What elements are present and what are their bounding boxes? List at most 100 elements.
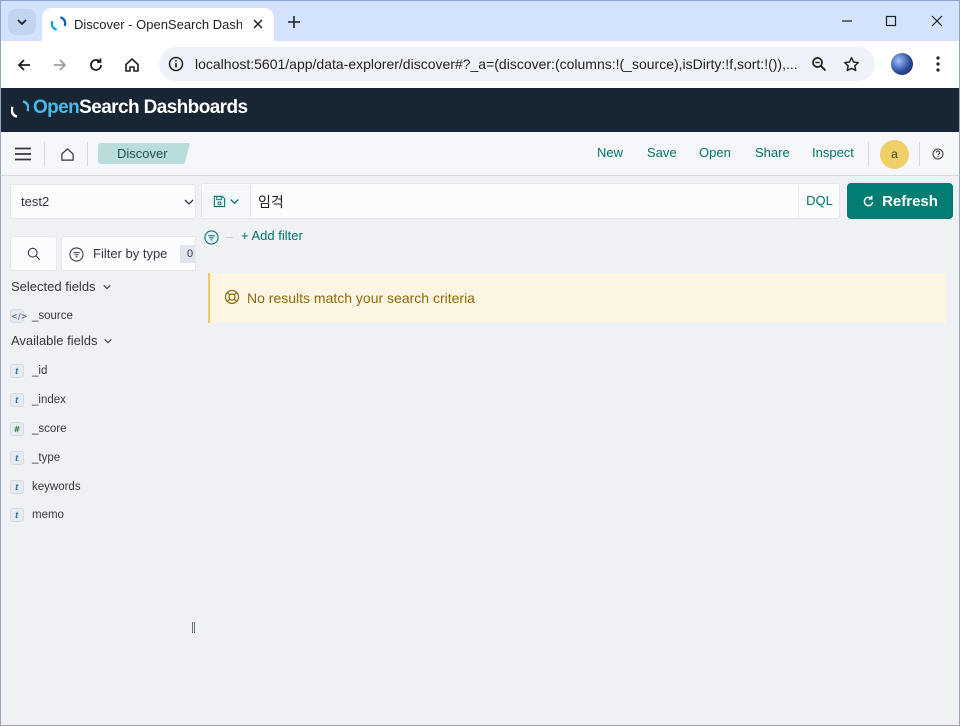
sidebar-resize-handle[interactable]: [192, 622, 196, 633]
home-button[interactable]: [119, 52, 145, 78]
available-fields-toggle[interactable]: Available fields: [11, 333, 113, 348]
chevron-down-icon: [104, 338, 113, 343]
forward-button[interactable]: [47, 52, 73, 78]
query-language-button[interactable]: DQL: [798, 185, 840, 217]
maximize-icon: [885, 15, 897, 27]
field-name: memo: [32, 509, 64, 521]
zoom-button[interactable]: [807, 52, 831, 76]
filter-count-badge: 0: [180, 245, 195, 263]
index-pattern-select[interactable]: test2: [10, 184, 196, 219]
arrow-left-icon: [17, 59, 30, 71]
new-tab-button[interactable]: [283, 11, 305, 33]
field-name: _score: [32, 423, 67, 435]
filter-options-icon[interactable]: [204, 230, 219, 245]
filter-by-type-button[interactable]: Filter by type 0: [61, 236, 196, 271]
string-type-icon: t: [10, 508, 24, 522]
chevron-down-icon: [184, 199, 194, 205]
index-pattern-label: test2: [21, 194, 50, 209]
field-item-keywords[interactable]: t keywords: [10, 479, 81, 495]
no-results-callout: No results match your search criteria: [208, 273, 946, 323]
string-type-icon: t: [10, 393, 24, 407]
field-item-index[interactable]: t _index: [10, 392, 66, 408]
help-ring-icon: [224, 289, 240, 305]
refresh-label: Refresh: [882, 192, 938, 210]
browser-toolbar: localhost:5601/app/data-explorer/discove…: [0, 41, 960, 88]
open-button[interactable]: Open: [699, 145, 731, 163]
field-item-type[interactable]: t _type: [10, 450, 60, 466]
new-button[interactable]: New: [597, 145, 623, 163]
saved-query-button[interactable]: [203, 185, 251, 217]
filter-icon: [69, 247, 84, 262]
field-item-source[interactable]: </> _source: [10, 308, 73, 324]
logo-rest-text: Search Dashboards: [79, 97, 248, 118]
site-info-button[interactable]: [163, 51, 189, 77]
discover-content: test2 임걱 DQL Refresh + Add filter Filter…: [0, 176, 960, 726]
star-icon: [843, 56, 859, 71]
reload-icon: [90, 58, 102, 71]
divider: [87, 142, 88, 166]
refresh-icon: [863, 195, 874, 206]
info-icon: [168, 56, 184, 72]
save-icon: [213, 195, 226, 207]
home-nav-button[interactable]: [56, 143, 78, 165]
field-item-memo[interactable]: t memo: [10, 507, 64, 523]
reload-button[interactable]: [83, 52, 109, 78]
field-name: _id: [32, 365, 48, 377]
save-button[interactable]: Save: [647, 145, 677, 163]
osd-logo[interactable]: OpenSearch Dashboards: [33, 97, 248, 119]
menu-toggle-button[interactable]: [12, 143, 34, 165]
field-name: _index: [32, 394, 66, 406]
user-avatar[interactable]: a: [880, 140, 909, 169]
chevron-down-icon: [17, 19, 27, 26]
divider: [44, 142, 45, 166]
divider: [225, 237, 233, 238]
logo-open-text: Open: [33, 97, 80, 118]
field-name: _type: [32, 452, 61, 464]
selected-fields-label: Selected fields: [11, 279, 96, 294]
add-filter-button[interactable]: + Add filter: [241, 228, 303, 243]
available-fields-label: Available fields: [11, 333, 98, 348]
string-type-icon: t: [10, 451, 24, 465]
refresh-button[interactable]: Refresh: [847, 183, 953, 219]
breadcrumb-discover[interactable]: Discover: [98, 143, 190, 164]
string-type-icon: t: [10, 480, 24, 494]
home-icon: [125, 58, 139, 72]
tab-close-button[interactable]: [249, 15, 267, 33]
maximize-button[interactable]: [877, 9, 905, 33]
share-button[interactable]: Share: [755, 145, 790, 163]
filter-by-type-label: Filter by type: [93, 246, 168, 261]
url-text[interactable]: localhost:5601/app/data-explorer/discove…: [195, 56, 803, 73]
home-icon: [60, 147, 74, 161]
tab-search-button[interactable]: [8, 9, 36, 35]
inspect-button[interactable]: Inspect: [812, 145, 854, 163]
browser-tabstrip: Discover - OpenSearch Dashboards: [0, 0, 960, 42]
opensearch-logo-icon: [11, 100, 29, 118]
zoom-icon: [812, 57, 827, 72]
back-button[interactable]: [11, 52, 37, 78]
field-item-id[interactable]: t _id: [10, 363, 47, 379]
search-icon: [27, 247, 40, 260]
divider: [868, 142, 869, 166]
help-button[interactable]: [929, 145, 947, 163]
bookmark-button[interactable]: [839, 52, 863, 76]
browser-profile-avatar[interactable]: [891, 53, 913, 75]
opensearch-favicon-icon: [50, 15, 67, 32]
minimize-button[interactable]: [833, 9, 861, 33]
address-bar[interactable]: localhost:5601/app/data-explorer/discove…: [159, 47, 875, 81]
app-top-nav: Discover New Save Open Share Inspect a: [0, 132, 960, 176]
field-item-score[interactable]: # _score: [10, 421, 67, 437]
browser-tab-discover[interactable]: Discover - OpenSearch Dashboards: [42, 8, 274, 42]
browser-menu-button[interactable]: [927, 53, 949, 75]
query-bar: 임걱 DQL: [201, 183, 840, 219]
field-name: _source: [32, 310, 73, 322]
field-search-button[interactable]: [10, 236, 57, 271]
close-icon: [931, 15, 943, 27]
field-name: keywords: [32, 481, 81, 493]
help-icon: [932, 148, 944, 160]
string-type-icon: t: [10, 364, 24, 378]
selected-fields-toggle[interactable]: Selected fields: [11, 279, 112, 294]
close-icon: [253, 19, 263, 29]
plus-icon: [288, 16, 300, 28]
query-input[interactable]: 임걱: [258, 192, 284, 212]
close-window-button[interactable]: [923, 9, 951, 33]
